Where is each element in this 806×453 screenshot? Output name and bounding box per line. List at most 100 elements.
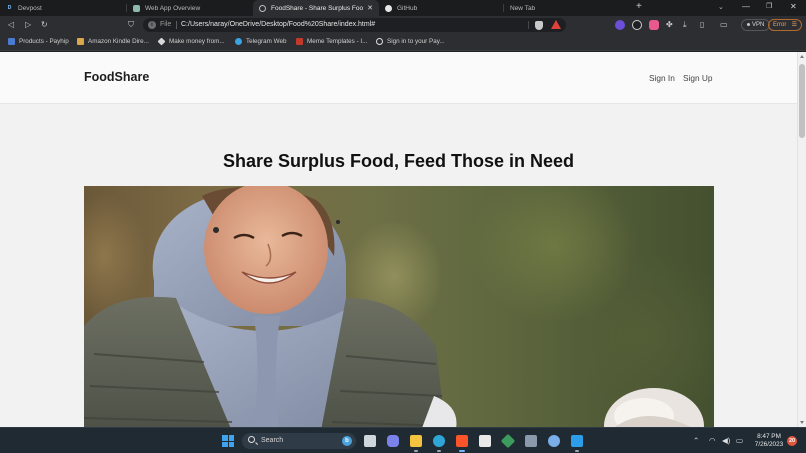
forward-icon[interactable]: ▷: [25, 20, 31, 30]
url-text[interactable]: C:/Users/naray/OneDrive/Desktop/Food%20S…: [181, 21, 375, 28]
error-label: Error: [773, 22, 787, 28]
battery-icon[interactable]: ▭: [736, 436, 743, 445]
bookmarks-bar: Products - Payhip Amazon Kindle Dire... …: [0, 34, 806, 51]
bookmark-label: Telegram Web: [246, 38, 287, 45]
reload-icon[interactable]: ↻: [41, 20, 48, 30]
tray-chevron-up-icon[interactable]: ⌃: [693, 436, 699, 445]
bookmark-amazon-kindle[interactable]: Amazon Kindle Dire...: [77, 38, 149, 45]
bookmark-label: Meme Templates - I...: [307, 38, 368, 45]
store-icon[interactable]: [479, 435, 491, 447]
scheme-divider: [176, 21, 177, 29]
tab-title: Web App Overview: [145, 4, 201, 12]
payhip-icon: [8, 38, 15, 45]
tab-title: Devpost: [18, 4, 42, 12]
back-icon[interactable]: ◁: [8, 20, 14, 30]
brave-rewards-icon[interactable]: [551, 20, 561, 29]
error-menu-button[interactable]: Error ☰: [768, 19, 802, 31]
bookmark-label: Make money from...: [169, 38, 225, 45]
tab-title: GitHub: [397, 4, 418, 12]
new-tab-button[interactable]: +: [636, 1, 642, 12]
eye-extension-icon[interactable]: [615, 20, 625, 30]
tab-web-app-overview[interactable]: Web App Overview: [127, 0, 253, 16]
paypal-icon: [376, 38, 383, 45]
bookmark-telegram-web[interactable]: Telegram Web: [235, 38, 286, 45]
teams-chat-icon[interactable]: [387, 435, 399, 447]
wallet-icon[interactable]: ▭: [720, 20, 728, 30]
hero-title: Share Surplus Food, Feed Those in Need: [222, 151, 575, 171]
close-tab-icon[interactable]: ✕: [363, 4, 373, 12]
scroll-down-icon[interactable]: [800, 421, 804, 424]
browser-toolbar: ◁ ▷ ↻ ⛉ i File C:/Users/naray/OneDrive/D…: [0, 16, 806, 34]
minimize-icon[interactable]: —: [742, 2, 750, 11]
chrome-app-icon[interactable]: [548, 435, 560, 447]
search-placeholder: Search: [261, 437, 284, 444]
bookmark-icon[interactable]: ⛉: [128, 20, 134, 30]
omnibox-separator: [528, 21, 529, 29]
screenshot-icon[interactable]: [525, 435, 537, 447]
tab-title: New Tab: [510, 4, 536, 12]
clock-date: 7/26/2023: [754, 441, 784, 448]
circle-extension-icon[interactable]: [632, 20, 642, 30]
windows-taskbar: Search b ⌃ ◠ ◀) ▭ 8:47 PM 7/26/2023 20: [0, 427, 806, 453]
telegram-icon: [235, 38, 242, 45]
sidebar-icon[interactable]: ▯: [700, 20, 704, 30]
github-icon: [385, 4, 392, 12]
site-logo[interactable]: FoodShare: [84, 70, 149, 84]
bookmark-sign-in-paypal[interactable]: Sign in to your Pay...: [376, 38, 445, 45]
sign-up-link[interactable]: Sign Up: [683, 73, 713, 83]
kindle-icon: [77, 38, 84, 45]
meme-icon: [296, 38, 303, 45]
bookmark-label: Sign in to your Pay...: [387, 38, 445, 45]
bookmark-meme-templates[interactable]: Meme Templates - I...: [296, 38, 367, 45]
bookmark-make-money[interactable]: Make money from...: [157, 37, 225, 46]
page-scrollbar[interactable]: [797, 52, 806, 427]
photos-icon[interactable]: [500, 433, 516, 449]
taskbar-search[interactable]: Search b: [242, 433, 356, 449]
clock-time: 8:47 PM: [757, 433, 781, 440]
vpn-label: VPN: [752, 22, 765, 28]
bookmark-products-payhip[interactable]: Products - Payhip: [8, 38, 69, 45]
download-icon[interactable]: ⤓: [683, 20, 687, 30]
bing-icon[interactable]: b: [342, 436, 352, 446]
notification-badge[interactable]: 20: [787, 436, 797, 446]
diamond-icon: [157, 37, 166, 46]
vscode-icon[interactable]: [571, 435, 583, 452]
vpn-dot-icon: [747, 22, 750, 26]
scroll-thumb[interactable]: [799, 64, 805, 138]
wifi-icon[interactable]: ◠: [709, 436, 716, 445]
volume-icon[interactable]: ◀): [722, 436, 730, 445]
brave-shield-icon[interactable]: [535, 21, 543, 30]
scroll-up-icon[interactable]: [800, 55, 804, 58]
edge-icon[interactable]: [433, 435, 445, 452]
url-scheme: File: [160, 21, 172, 28]
site-info-icon[interactable]: i: [148, 21, 156, 29]
brave-icon[interactable]: [456, 435, 468, 452]
tab-search-chevron-icon[interactable]: ⌄: [718, 3, 724, 11]
bookmark-label: Products - Payhip: [19, 38, 69, 45]
tab-strip: D Devpost Web App Overview FoodShare - S…: [0, 0, 806, 16]
bookmark-label: Amazon Kindle Dire...: [88, 38, 149, 45]
devpost-icon: D: [6, 4, 13, 12]
file-explorer-icon[interactable]: [410, 435, 422, 452]
menu-icon: ☰: [791, 22, 797, 28]
page-viewport: FoodShare Sign In Sign Up Share Surplus …: [0, 52, 797, 427]
tab-foodshare[interactable]: FoodShare - Share Surplus Food, Feed... …: [253, 0, 379, 16]
task-view-icon[interactable]: [364, 435, 376, 447]
address-bar[interactable]: i File C:/Users/naray/OneDrive/Desktop/F…: [143, 18, 566, 32]
site-header: FoodShare Sign In Sign Up: [0, 52, 797, 104]
puzzle-extensions-icon[interactable]: ✤: [666, 20, 673, 30]
web-app-icon: [133, 4, 140, 12]
close-window-icon[interactable]: ✕: [790, 2, 797, 11]
sign-in-link[interactable]: Sign In: [649, 73, 675, 83]
tab-new-tab[interactable]: New Tab: [504, 0, 630, 16]
vpn-button[interactable]: VPN: [741, 19, 771, 31]
search-icon: [248, 436, 255, 443]
tab-github[interactable]: GitHub: [379, 0, 504, 16]
tab-title: FoodShare - Share Surplus Food, Feed...: [271, 4, 363, 12]
pink-extension-icon[interactable]: [649, 20, 659, 30]
restore-icon[interactable]: ❐: [766, 2, 772, 10]
windows-start-icon[interactable]: [222, 435, 234, 447]
taskbar-clock[interactable]: 8:47 PM 7/26/2023: [750, 433, 788, 449]
volunteer-photo: [84, 186, 704, 427]
tab-devpost[interactable]: D Devpost: [0, 0, 127, 16]
